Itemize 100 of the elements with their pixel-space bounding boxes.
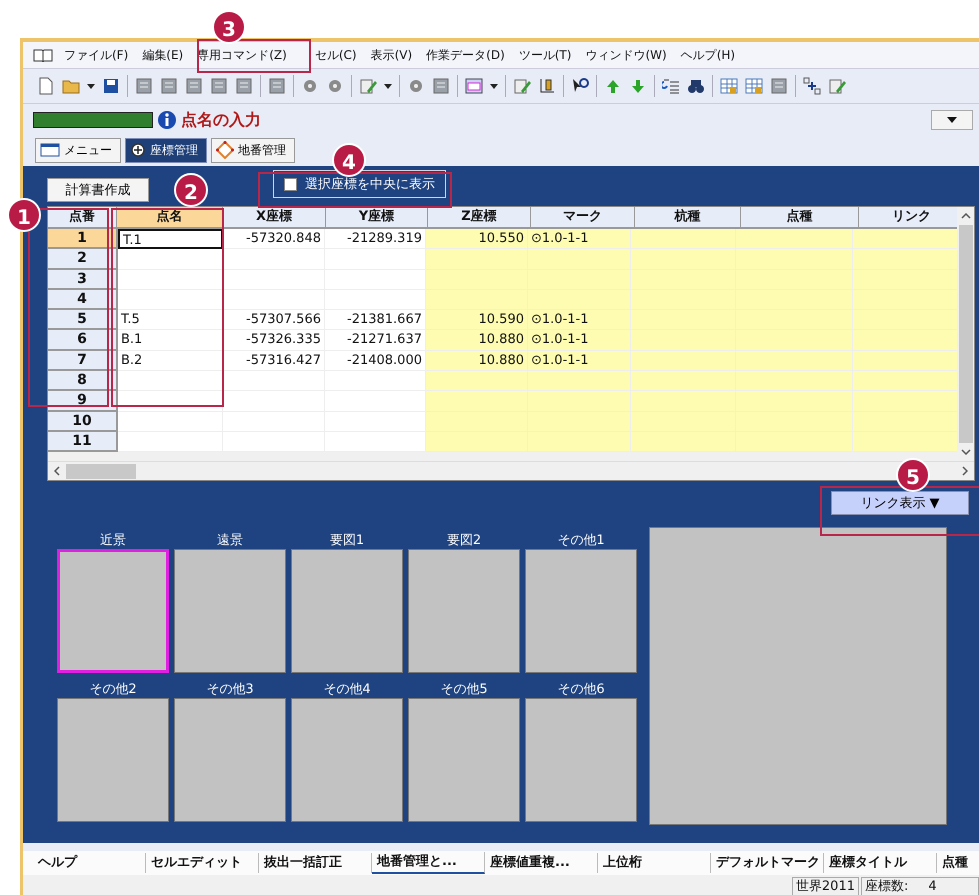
table-cell: 10.590 <box>426 310 528 330</box>
scrollbar-thumb[interactable] <box>66 464 136 478</box>
photo-slot[interactable] <box>408 549 520 673</box>
chevron-up-icon[interactable] <box>960 213 970 219</box>
binoculars-icon[interactable] <box>687 77 705 95</box>
menu-item[interactable]: 作業データ(D) <box>419 46 512 64</box>
row-header[interactable]: 5 <box>48 310 118 330</box>
photo-label: その他2 <box>89 681 137 698</box>
photo-slot[interactable] <box>525 549 637 673</box>
photo-label: その他6 <box>557 681 605 698</box>
table-cell: B.1 <box>118 330 223 351</box>
table-cell: ⊙1.0-1-1 <box>528 310 631 330</box>
checkbox[interactable] <box>284 178 297 190</box>
screen-icon[interactable] <box>465 77 483 95</box>
nodes-icon[interactable] <box>803 77 821 95</box>
photo-slot[interactable] <box>291 549 403 673</box>
column-header[interactable]: マーク <box>531 207 635 229</box>
page-icon[interactable] <box>210 77 228 95</box>
pencil-icon[interactable] <box>828 77 846 95</box>
photo-label: 要図1 <box>330 532 364 549</box>
table-cell: ⊙1.0-1-1 <box>528 229 631 250</box>
photo-label: その他4 <box>323 681 371 698</box>
chart-icon[interactable] <box>538 77 556 95</box>
callout-number: 1 <box>7 198 41 232</box>
photo-slot[interactable] <box>291 698 403 822</box>
grid-icon[interactable] <box>720 77 738 95</box>
column-header[interactable]: 点種 <box>741 207 859 229</box>
column-header[interactable]: Y座標 <box>326 207 428 229</box>
pencil-icon[interactable] <box>359 77 377 95</box>
function-key[interactable]: 座標タイトル <box>824 853 937 873</box>
page-title: 点名の入力 <box>181 110 261 130</box>
column-header[interactable]: 杭種 <box>635 207 741 229</box>
menu-item[interactable]: 編集(E) <box>135 46 190 64</box>
page-icon[interactable] <box>135 77 153 95</box>
dropdown-button[interactable] <box>931 110 973 130</box>
column-header[interactable]: Z座標 <box>428 207 531 229</box>
table-cell: T.5 <box>118 310 223 330</box>
row-header[interactable]: 3 <box>48 270 118 290</box>
datum-status: 世界2011 <box>792 877 859 895</box>
table-cell: -57307.566 <box>223 310 325 330</box>
count-label: 座標数: <box>865 878 908 895</box>
table-cell: -21408.000 <box>325 350 426 372</box>
page-icon[interactable] <box>235 77 253 95</box>
photo-slot[interactable] <box>525 698 637 822</box>
photo-label: 要図2 <box>446 532 482 549</box>
photo-slot[interactable] <box>57 698 169 822</box>
center-checkbox[interactable]: 選択座標を中央に表示 <box>273 170 446 198</box>
function-key[interactable]: デフォルトマーク <box>711 853 824 873</box>
chevron-down-icon[interactable] <box>960 449 970 455</box>
document-icon[interactable] <box>37 77 55 95</box>
photo-label: その他3 <box>206 681 254 698</box>
function-key[interactable]: セルエディット <box>146 853 259 873</box>
link-display-button[interactable]: リンク表示 ▼ <box>831 491 969 515</box>
chevron-right-icon[interactable] <box>962 466 968 476</box>
list-icon[interactable] <box>662 77 680 95</box>
function-key[interactable]: ヘルプ <box>33 853 146 873</box>
chevron-left-icon[interactable] <box>54 466 60 476</box>
row-header[interactable]: 1 <box>48 229 118 250</box>
crosshair-icon <box>130 142 146 158</box>
tab[interactable]: 座標管理 <box>125 138 207 162</box>
table-cell: ⊙1.0-1-1 <box>528 330 631 351</box>
box-icon[interactable] <box>770 77 788 95</box>
grid-icon[interactable] <box>745 77 763 95</box>
page-icon[interactable] <box>160 77 178 95</box>
function-key[interactable]: 点種 <box>937 853 979 873</box>
row-header[interactable]: 10 <box>48 412 118 432</box>
row-header[interactable]: 8 <box>48 371 118 392</box>
column-header[interactable]: 点名 <box>117 207 223 229</box>
table-cell: -57316.427 <box>223 350 325 372</box>
row-header[interactable]: 6 <box>48 330 118 351</box>
tab[interactable]: 地番管理 <box>211 138 295 162</box>
photo-label: 近景 <box>100 532 126 549</box>
callout-number: 3 <box>212 10 246 44</box>
table-cell: -21289.319 <box>325 229 426 250</box>
tab[interactable]: 計算書作成 <box>47 178 149 202</box>
menu-item[interactable]: ウィンドウ(W) <box>578 46 674 64</box>
menu-item[interactable]: 専用コマンド(Z) <box>190 46 294 64</box>
function-key[interactable]: 抜出一括訂正 <box>259 853 372 873</box>
diamond-icon <box>216 141 234 159</box>
pencil-icon[interactable] <box>513 77 531 95</box>
menu-item[interactable]: ファイル(F) <box>57 46 136 64</box>
row-header[interactable]: 2 <box>48 249 118 270</box>
function-key[interactable]: 座標値重複... <box>485 853 598 873</box>
menu-item[interactable]: セル(C) <box>308 46 364 64</box>
arrow-down-icon[interactable] <box>629 77 647 95</box>
column-header[interactable]: リンク <box>859 207 957 229</box>
menu-item[interactable]: ツール(T) <box>512 46 578 64</box>
column-header[interactable]: X座標 <box>223 207 326 229</box>
photo-slot[interactable] <box>408 698 520 822</box>
photo-slot[interactable] <box>174 549 286 673</box>
table-cell: ⊙1.0-1-1 <box>528 350 631 372</box>
function-key[interactable]: 上位桁 <box>598 853 711 873</box>
table-cell: -21381.667 <box>325 310 426 330</box>
menu-item[interactable]: ヘルプ(H) <box>674 46 742 64</box>
table-cell: 10.880 <box>426 330 528 351</box>
menu-item[interactable]: 表示(V) <box>364 46 420 64</box>
scrollbar-thumb[interactable] <box>958 225 972 443</box>
photo-slot[interactable] <box>174 698 286 822</box>
row-header[interactable]: 11 <box>48 432 118 452</box>
tab[interactable]: メニュー <box>35 138 121 162</box>
